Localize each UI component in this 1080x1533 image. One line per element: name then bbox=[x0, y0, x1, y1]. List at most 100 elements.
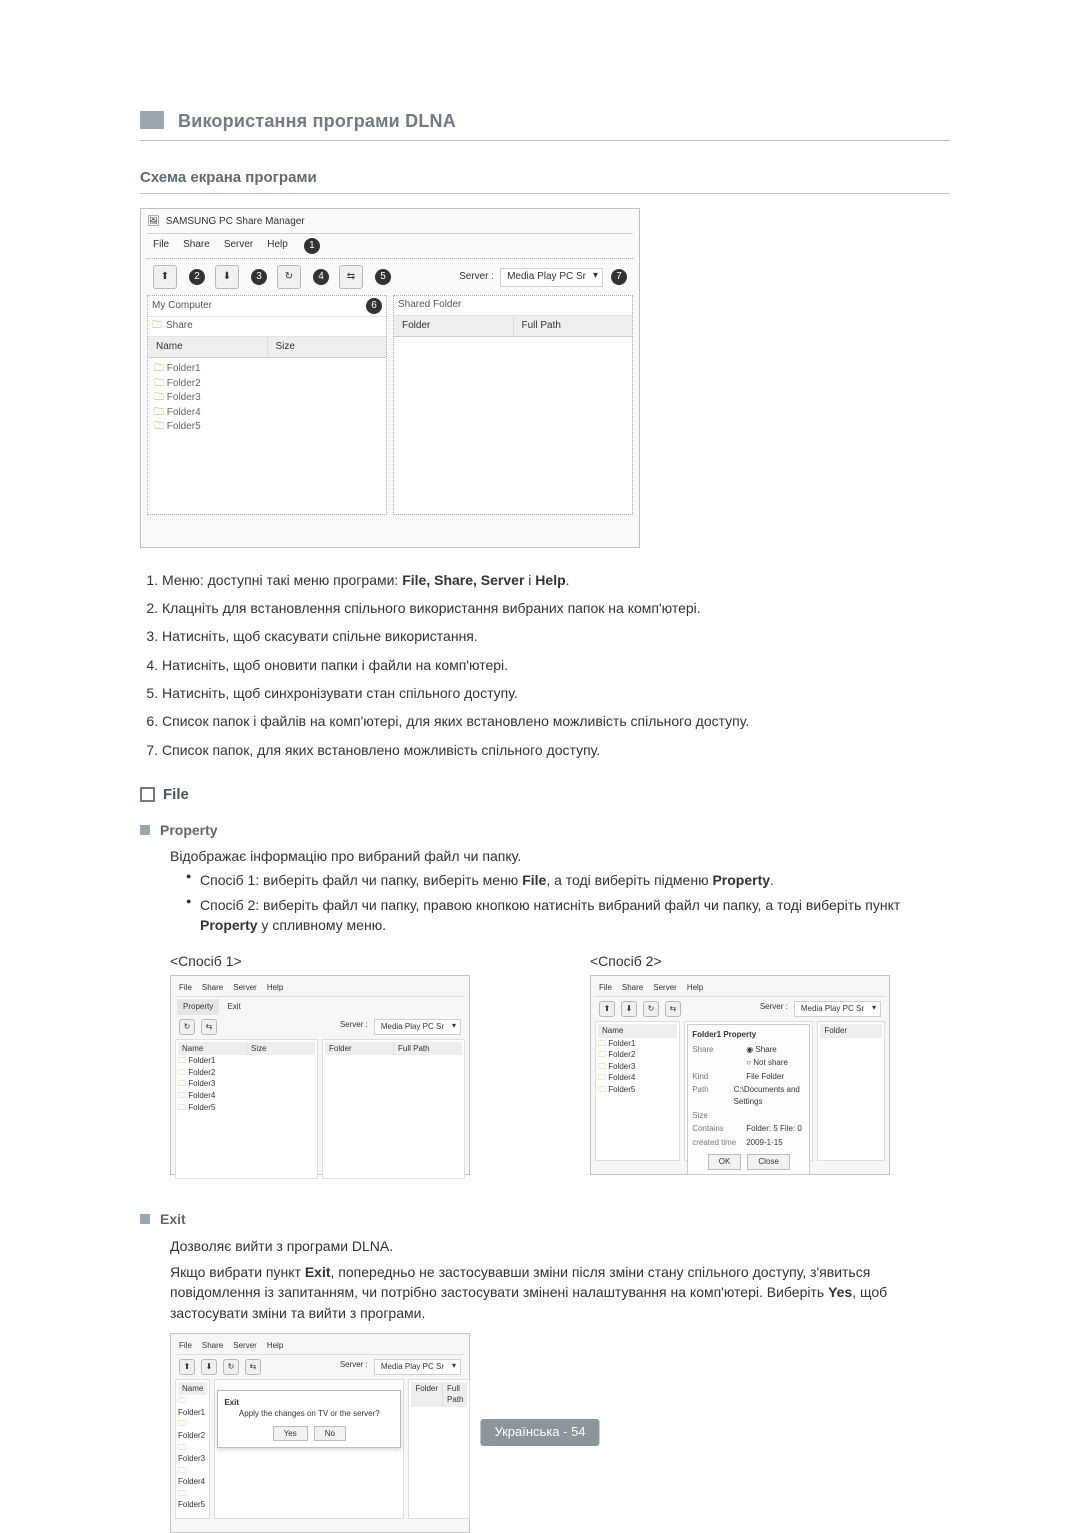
m2-server-select[interactable]: Media Play PC Sr bbox=[794, 1001, 881, 1017]
me-server-select[interactable]: Media Play PC Sr bbox=[374, 1359, 461, 1375]
list-item[interactable]: Folder3 bbox=[178, 1442, 207, 1465]
menu-file[interactable]: File bbox=[153, 238, 169, 254]
toolbar-share-icon[interactable]: ⬆ bbox=[153, 265, 177, 289]
m2-tool[interactable]: ↻ bbox=[643, 1001, 659, 1017]
callout-li-3: Натисніть, щоб скасувати спільне викорис… bbox=[162, 626, 950, 646]
list-item[interactable]: Folder4 bbox=[178, 1090, 315, 1102]
m2-menu-server[interactable]: Server bbox=[653, 982, 677, 994]
file-heading: File bbox=[140, 784, 950, 806]
me-menu-file[interactable]: File bbox=[179, 1340, 192, 1352]
callout-1: 1 bbox=[304, 238, 320, 254]
m2-tool[interactable]: ⇆ bbox=[665, 1001, 681, 1017]
exit-label: Exit bbox=[160, 1209, 186, 1229]
m2-server-label: Server : bbox=[760, 1001, 788, 1017]
callout-li-4: Натисніть, щоб оновити папки і файли на … bbox=[162, 655, 950, 675]
m1-tool[interactable]: ⇆ bbox=[201, 1019, 217, 1035]
m1-menu-server[interactable]: Server bbox=[233, 982, 257, 994]
app-screenshot-method1: File Share Server Help Property Exit ↻ ⇆… bbox=[170, 975, 470, 1175]
list-item[interactable]: Folder1 bbox=[178, 1055, 315, 1067]
ok-button[interactable]: OK bbox=[708, 1154, 742, 1170]
list-item[interactable]: Folder4 bbox=[154, 406, 380, 421]
m1-menu-help[interactable]: Help bbox=[267, 982, 283, 994]
menu-share[interactable]: Share bbox=[183, 238, 210, 254]
m1-menu-file[interactable]: File bbox=[179, 982, 192, 994]
me-tool[interactable]: ⬇ bbox=[201, 1359, 217, 1375]
callout-7: 7 bbox=[611, 269, 627, 285]
server-label: Server : bbox=[459, 270, 494, 285]
me-server-label: Server : bbox=[340, 1359, 368, 1375]
me-menu-share[interactable]: Share bbox=[202, 1340, 223, 1352]
list-item[interactable]: Folder3 bbox=[178, 1078, 315, 1090]
square-bullet-icon bbox=[140, 787, 155, 802]
list-item[interactable]: Folder1 bbox=[154, 362, 380, 377]
list-item[interactable]: Folder5 bbox=[178, 1102, 315, 1114]
property-dialog-title: Folder1 Property bbox=[692, 1029, 805, 1041]
app-menubar: File Share Server Help 1 bbox=[147, 234, 633, 259]
right-panel-title: Shared Folder bbox=[398, 298, 461, 313]
list-item[interactable]: Folder3 bbox=[154, 391, 380, 406]
method2-caption: <Спосіб 2> bbox=[590, 951, 890, 971]
m1-submenu-exit[interactable]: Exit bbox=[221, 999, 246, 1015]
callout-li-1: Меню: доступні такі меню програми: File,… bbox=[162, 570, 950, 590]
left-panel-title: My Computer bbox=[152, 299, 212, 314]
m1-tool[interactable]: ↻ bbox=[179, 1019, 195, 1035]
folder-icon bbox=[152, 319, 162, 334]
callout-li-7: Список папок, для яких встановлено можли… bbox=[162, 740, 950, 760]
app-screenshot-exit: File Share Server Help ⬆ ⬇ ↻ ⇆ Server : … bbox=[170, 1333, 470, 1533]
callout-5: 5 bbox=[375, 269, 391, 285]
method1-caption: <Спосіб 1> bbox=[170, 951, 470, 971]
close-button[interactable]: Close bbox=[747, 1154, 789, 1170]
no-button[interactable]: No bbox=[314, 1426, 346, 1442]
exit-line2: Якщо вибрати пункт Exit, попередньо не з… bbox=[170, 1262, 950, 1323]
server-select[interactable]: Media Play PC Sr bbox=[500, 268, 603, 287]
m2-tool[interactable]: ⬇ bbox=[621, 1001, 637, 1017]
me-tool[interactable]: ⇆ bbox=[245, 1359, 261, 1375]
callout-3: 3 bbox=[251, 269, 267, 285]
menu-help[interactable]: Help bbox=[267, 238, 288, 254]
list-item[interactable]: Folder5 bbox=[154, 420, 380, 435]
yes-button[interactable]: Yes bbox=[273, 1426, 308, 1442]
method-2: Спосіб 2: виберіть файл чи папку, правою… bbox=[186, 895, 950, 936]
callout-li-2: Клацніть для встановлення спільного вико… bbox=[162, 598, 950, 618]
list-item[interactable]: Folder2 bbox=[598, 1049, 677, 1061]
col-fullpath: Full Path bbox=[514, 316, 633, 337]
callout-li-5: Натисніть, щоб синхронізувати стан спіль… bbox=[162, 683, 950, 703]
folder-list: Folder1 Folder2 Folder3 Folder4 Folder5 bbox=[148, 358, 386, 439]
toolbar-unshare-icon[interactable]: ⬇ bbox=[215, 265, 239, 289]
list-item[interactable]: Folder2 bbox=[178, 1067, 315, 1079]
list-item[interactable]: Folder5 bbox=[598, 1084, 677, 1096]
list-item[interactable]: Folder3 bbox=[598, 1061, 677, 1073]
col-folder: Folder bbox=[394, 316, 514, 337]
list-item[interactable]: Folder2 bbox=[154, 377, 380, 392]
list-item[interactable]: Folder5 bbox=[178, 1488, 207, 1511]
exit-dialog-text: Apply the changes on TV or the server? bbox=[224, 1408, 394, 1420]
list-item[interactable]: Folder4 bbox=[598, 1072, 677, 1084]
m1-submenu-property[interactable]: Property bbox=[177, 999, 219, 1015]
list-item[interactable]: Folder1 bbox=[598, 1038, 677, 1050]
me-menu-help[interactable]: Help bbox=[267, 1340, 283, 1352]
app-screenshot-main: 🖼 SAMSUNG PC Share Manager File Share Se… bbox=[140, 208, 640, 548]
menu-server[interactable]: Server bbox=[224, 238, 253, 254]
exit-dialog-title: Exit bbox=[224, 1397, 394, 1409]
me-tool[interactable]: ↻ bbox=[223, 1359, 239, 1375]
list-item[interactable]: Folder2 bbox=[178, 1418, 207, 1441]
me-tool[interactable]: ⬆ bbox=[179, 1359, 195, 1375]
m1-server-label: Server : bbox=[340, 1019, 368, 1035]
m1-menu-share[interactable]: Share bbox=[202, 982, 223, 994]
toolbar-refresh-icon[interactable]: ↻ bbox=[277, 265, 301, 289]
m2-menu-help[interactable]: Help bbox=[687, 982, 703, 994]
m2-tool[interactable]: ⬆ bbox=[599, 1001, 615, 1017]
page-title: Використання програми DLNA bbox=[178, 108, 456, 134]
callout-list: Меню: доступні такі меню програми: File,… bbox=[162, 570, 950, 760]
toolbar-sync-icon[interactable]: ⇆ bbox=[339, 265, 363, 289]
m2-menu-file[interactable]: File bbox=[599, 982, 612, 994]
property-desc: Відображає інформацію про вибраний файл … bbox=[170, 846, 950, 866]
right-panel: Shared Folder Folder Full Path bbox=[393, 295, 633, 515]
list-item[interactable]: Folder4 bbox=[178, 1465, 207, 1488]
col-size: Size bbox=[268, 337, 387, 358]
m2-menu-share[interactable]: Share bbox=[622, 982, 643, 994]
share-node[interactable]: Share bbox=[166, 319, 193, 334]
m1-server-select[interactable]: Media Play PC Sr bbox=[374, 1019, 461, 1035]
me-menu-server[interactable]: Server bbox=[233, 1340, 257, 1352]
list-item[interactable]: Folder1 bbox=[178, 1395, 207, 1418]
